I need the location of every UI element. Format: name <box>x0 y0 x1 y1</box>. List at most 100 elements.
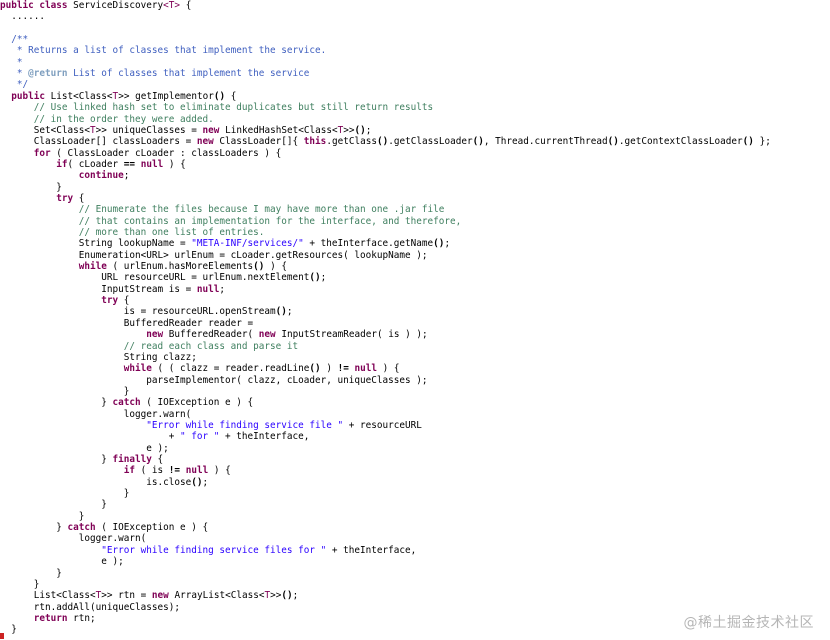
code-token: } <box>0 385 130 397</box>
code-token: + theInterface, <box>326 544 417 556</box>
code-token: if <box>56 158 68 170</box>
code-token: new <box>258 329 282 341</box>
code-token: ; <box>365 124 372 136</box>
code-token: Set<Class< <box>0 124 91 136</box>
code-token: () <box>275 306 287 318</box>
code-token: } <box>0 488 130 500</box>
code-token: } <box>0 578 40 590</box>
code-token: } <box>0 522 68 534</box>
code-token: ( urlEnum.hasMoreElements <box>112 261 254 273</box>
code-line: is = resourceURL.openStream(); <box>0 306 293 318</box>
code-line: } <box>0 488 130 500</box>
code-line: while ( urlEnum.hasMoreElements() ) { <box>0 261 287 273</box>
code-token: public <box>11 90 51 102</box>
code-line: // Enumerate the files because I may hav… <box>0 204 445 216</box>
code-token: * Returns a list of classes that impleme… <box>0 45 327 57</box>
code-token: // Enumerate the files because I may hav… <box>0 204 445 216</box>
code-token: }; <box>753 136 771 148</box>
code-token: /** <box>0 34 29 46</box>
code-line: // that contains an implementation for t… <box>0 215 462 228</box>
code-token: ClassLoader[] classLoaders = <box>0 136 197 148</box>
code-line: /** <box>0 34 28 46</box>
code-line: e ); <box>0 556 124 568</box>
code-token: public <box>0 0 40 11</box>
code-token: ; <box>202 476 209 488</box>
code-token: ) { <box>168 158 186 170</box>
code-token: ( IOException e ) { <box>101 522 209 534</box>
code-token: () <box>433 238 445 250</box>
code-token: { <box>180 0 192 11</box>
code-token: != <box>168 465 181 477</box>
code-token: new <box>202 124 226 136</box>
code-line: } <box>0 568 62 580</box>
code-line: URL resourceURL = urlEnum.nextElement(); <box>0 272 326 284</box>
code-token: { <box>225 90 237 102</box>
code-line: + " for " + theInterface, <box>0 431 310 443</box>
code-token: * <box>0 56 23 68</box>
code-token: rtn.addAll(uniqueClasses); <box>0 601 181 613</box>
code-line: public List<Class<T>> getImplementor() { <box>0 91 236 103</box>
code-token: ServiceDiscovery <box>73 0 164 11</box>
code-line: // Use linked hash set to eliminate dupl… <box>0 102 433 114</box>
code-line: new BufferedReader( new InputStreamReade… <box>0 329 427 341</box>
code-token: } <box>0 567 62 579</box>
code-token: .getContextClassLoader <box>618 136 743 148</box>
code-token: ...... <box>0 11 46 23</box>
code-token: // Use linked hash set to eliminate dupl… <box>0 102 434 114</box>
code-token: return <box>33 612 74 624</box>
code-token: + theInterface.getName <box>303 238 434 250</box>
code-token: BufferedReader( <box>168 329 259 341</box>
code-token: + resourceURL <box>343 419 422 431</box>
code-line: String clazz; <box>0 352 197 364</box>
code-token: >> <box>118 90 136 102</box>
code-token: () <box>607 136 619 148</box>
code-token: for <box>33 147 57 159</box>
code-token: ) { <box>264 261 287 273</box>
code-token: null <box>354 363 383 375</box>
code-token: try <box>101 295 124 307</box>
code-token: ) { <box>382 363 400 375</box>
code-line: } catch ( IOException e ) { <box>0 397 253 409</box>
code-line: "Error while finding service files for "… <box>0 545 416 557</box>
code-token: new <box>151 590 175 602</box>
code-token: ; <box>444 238 451 250</box>
code-line: for ( ClassLoader cLoader : classLoaders… <box>0 147 282 160</box>
code-token: ; <box>292 590 299 602</box>
code-token: ( IOException e ) { <box>146 397 254 409</box>
code-line: BufferedReader reader = <box>0 318 253 330</box>
code-line: rtn.addAll(uniqueClasses); <box>0 602 180 614</box>
code-line: } <box>0 499 107 511</box>
code-token: getImplementor <box>135 90 214 102</box>
code-editor[interactable]: public class ServiceDiscovery<T> { .....… <box>0 0 830 640</box>
code-token: catch <box>67 522 102 534</box>
code-token: // that contains an implementation for t… <box>0 215 462 227</box>
code-token: List of classes that implement the servi… <box>67 68 310 80</box>
code-token: ) { <box>213 465 231 477</box>
code-token: () <box>281 590 293 602</box>
code-token: "Error while finding service files for " <box>101 544 327 556</box>
code-token: >> <box>343 124 355 136</box>
code-line: } <box>0 182 62 194</box>
code-token: } <box>0 397 113 409</box>
code-token: >> rtn = <box>101 590 152 602</box>
code-line: // in the order they were added. <box>0 114 214 126</box>
code-token: () <box>376 136 389 148</box>
code-token: ( ( clazz = reader.readLine <box>157 363 310 375</box>
code-token: e ); <box>0 442 169 454</box>
code-line: Enumeration<URL> urlEnum = cLoader.getRe… <box>0 250 428 262</box>
code-line: e ); <box>0 443 169 455</box>
code-line: continue; <box>0 170 130 182</box>
code-line: if ( is != null ) { <box>0 465 231 477</box>
code-line: * <box>0 57 23 69</box>
code-token: , Thread.currentThread <box>483 136 608 148</box>
code-token: != <box>337 363 349 375</box>
code-token: "META-INF/services/" <box>191 238 304 250</box>
code-line: // more than one list of entries. <box>0 227 265 239</box>
